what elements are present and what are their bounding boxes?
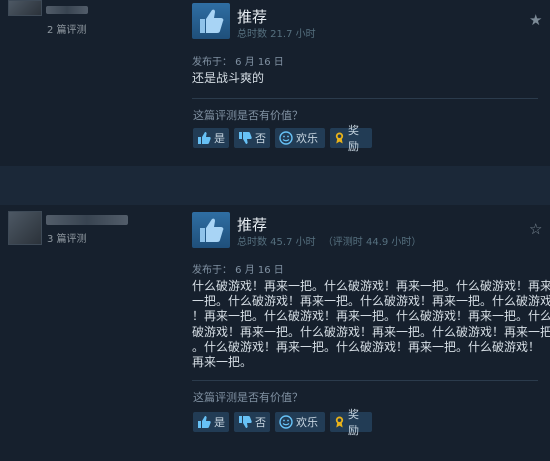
award-button[interactable]: 奖励 bbox=[330, 408, 372, 437]
review-line: ！再来一把。什么破游戏！再来一把。什么破游戏！再来一把。什么 bbox=[192, 309, 550, 324]
vote-funny-label: 欢乐 bbox=[296, 132, 318, 145]
divider bbox=[192, 98, 538, 99]
thumbs-down-icon bbox=[239, 416, 252, 428]
author-name[interactable] bbox=[46, 215, 128, 225]
review-content: 还是战斗爽的 bbox=[192, 71, 264, 86]
playtime: 总时数 45.7 小时 （评测时 44.9 小时） bbox=[237, 233, 425, 248]
author-avatar[interactable] bbox=[8, 0, 42, 16]
author-name[interactable] bbox=[46, 6, 88, 14]
thumbs-down-icon bbox=[239, 132, 252, 144]
recommended-thumb-icon bbox=[192, 3, 230, 39]
review-line: 。什么破游戏！再来一把。什么破游戏！再来一把。什么破游戏！ bbox=[192, 339, 541, 354]
playtime-total: 总时数 21.7 小时 bbox=[237, 29, 316, 40]
review-line: 什么破游戏！再来一把。什么破游戏！再来一把。什么破游戏！再来 bbox=[192, 279, 550, 293]
vote-no-button[interactable]: 否 bbox=[234, 128, 270, 148]
review-separator bbox=[0, 166, 550, 205]
author-avatar[interactable] bbox=[8, 211, 42, 245]
vote-no-label: 否 bbox=[255, 416, 266, 429]
author-review-count[interactable]: 3 篇评测 bbox=[47, 230, 87, 245]
author-review-count[interactable]: 2 篇评测 bbox=[47, 21, 87, 36]
review-line: 再来一把。 bbox=[192, 355, 253, 370]
award-icon bbox=[335, 416, 344, 428]
posted-date: 发布于： 6 月 16 日 bbox=[192, 57, 284, 68]
playtime: 总时数 21.7 小时 bbox=[237, 25, 320, 40]
thumbs-up-icon bbox=[198, 416, 211, 428]
vote-no-button[interactable]: 否 bbox=[234, 412, 270, 432]
recommendation-title[interactable]: 推荐 bbox=[237, 214, 267, 235]
thumbs-up-icon bbox=[198, 132, 211, 144]
vote-funny-button[interactable]: 欢乐 bbox=[275, 412, 325, 432]
award-button[interactable]: 奖励 bbox=[330, 124, 372, 153]
helpful-question: 这篇评测是否有价值？ bbox=[193, 391, 303, 404]
recommendation-title[interactable]: 推荐 bbox=[237, 6, 267, 27]
vote-yes-button[interactable]: 是 bbox=[193, 128, 229, 148]
smiley-icon bbox=[279, 131, 293, 145]
vote-no-label: 否 bbox=[255, 132, 266, 145]
vote-yes-button[interactable]: 是 bbox=[193, 412, 229, 432]
award-label: 奖励 bbox=[347, 408, 359, 437]
review-card: 2 篇评测 推荐 总时数 21.7 小时 ★ 发布于： 6 月 16 日 还是战… bbox=[0, 0, 550, 166]
divider bbox=[192, 380, 538, 381]
playtime-at-review: （评测时 44.9 小时） bbox=[322, 237, 422, 248]
review-card: 3 篇评测 推荐 总时数 45.7 小时 （评测时 44.9 小时） ☆ 发布于… bbox=[0, 205, 550, 461]
posted-date: 发布于： 6 月 16 日 bbox=[192, 265, 284, 276]
vote-yes-label: 是 bbox=[214, 132, 225, 145]
vote-funny-label: 欢乐 bbox=[296, 416, 318, 429]
award-icon bbox=[335, 132, 344, 144]
playtime-total: 总时数 45.7 小时 bbox=[237, 237, 316, 248]
star-outline-icon[interactable]: ☆ bbox=[529, 222, 542, 237]
helpful-question: 这篇评测是否有价值？ bbox=[193, 109, 303, 122]
review-content: 什么破游戏！再来一把。什么破游戏！再来一把。什么破游戏！再来 一把。什么破游戏！… bbox=[192, 279, 550, 370]
smiley-icon bbox=[279, 415, 293, 429]
vote-yes-label: 是 bbox=[214, 416, 225, 429]
recommended-thumb-icon bbox=[192, 212, 230, 248]
review-line: 破游戏！再来一把。什么破游戏！再来一把。什么破游戏！再来一把 bbox=[192, 324, 550, 339]
star-icon[interactable]: ★ bbox=[529, 13, 542, 28]
review-line: 一把。什么破游戏！再来一把。什么破游戏！再来一把。什么破游戏 bbox=[192, 294, 550, 309]
award-label: 奖励 bbox=[347, 124, 359, 153]
vote-funny-button[interactable]: 欢乐 bbox=[275, 128, 325, 148]
review-line: 还是战斗爽的 bbox=[192, 71, 265, 85]
